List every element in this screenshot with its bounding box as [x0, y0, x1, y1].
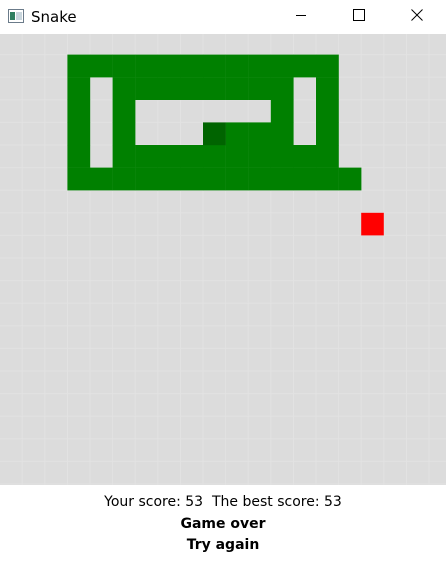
snake-segment	[67, 54, 91, 78]
snake-segment	[112, 145, 136, 168]
snake-segment	[67, 99, 91, 123]
snake-segment	[157, 54, 181, 78]
snake-segment	[293, 167, 317, 191]
snake-segment	[157, 167, 181, 191]
snake-segment	[248, 167, 271, 191]
snake-segment	[180, 145, 204, 168]
snake-segment	[135, 54, 158, 78]
snake-segment	[203, 77, 226, 100]
snake-segment	[316, 99, 339, 123]
snake-segment	[248, 122, 271, 146]
snake-segment	[270, 145, 294, 168]
snake-segment	[225, 122, 249, 146]
snake-segment	[316, 122, 339, 146]
maximize-icon	[353, 8, 365, 26]
snake-segment	[90, 54, 113, 78]
snake-segment	[338, 167, 362, 191]
snake-segment	[225, 77, 249, 100]
snake-segment	[316, 77, 339, 100]
snake-segment	[248, 77, 271, 100]
snake-segment	[293, 145, 317, 168]
close-icon	[411, 8, 423, 26]
snake-segment	[225, 145, 249, 168]
snake-segment	[316, 54, 339, 78]
current-score: Your score: 53	[104, 494, 204, 510]
snake-segment	[67, 167, 91, 191]
snake-segment	[135, 145, 158, 168]
snake-segment	[112, 99, 136, 123]
minimize-button[interactable]	[272, 0, 330, 34]
snake-segment	[203, 145, 226, 168]
close-button[interactable]	[388, 0, 446, 34]
snake-segment	[293, 54, 317, 78]
status-panel: Your score: 53 The best score: 53 Game o…	[0, 485, 446, 574]
snake-segment	[157, 145, 181, 168]
snake-segment	[316, 167, 339, 191]
best-score: The best score: 53	[212, 494, 342, 510]
snake-segment	[270, 99, 294, 123]
snake-segment	[135, 77, 158, 100]
snake-segment	[203, 167, 226, 191]
snake-segment	[67, 77, 91, 100]
game-over-text: Game over	[180, 516, 266, 532]
snake-segment	[112, 122, 136, 146]
minimize-icon	[295, 8, 307, 26]
window-title: Snake	[31, 8, 77, 26]
food	[361, 212, 384, 236]
snake-segment	[225, 167, 249, 191]
score-line: Your score: 53 The best score: 53	[0, 494, 446, 510]
maximize-button[interactable]	[330, 0, 388, 34]
snake-segment	[135, 167, 158, 191]
snake-segment	[270, 122, 294, 146]
snake-segment	[67, 145, 91, 168]
snake-segment	[67, 122, 91, 146]
snake-head	[203, 122, 226, 146]
snake-segment	[112, 54, 136, 78]
snake-segment	[225, 54, 249, 78]
game-board[interactable]	[0, 34, 446, 485]
snake-segment	[203, 54, 226, 78]
snake-segment	[112, 167, 136, 191]
snake-segment	[180, 54, 204, 78]
snake-segment	[270, 54, 294, 78]
snake-segment	[248, 54, 271, 78]
snake-segment	[112, 77, 136, 100]
snake-segment	[270, 77, 294, 100]
snake-app-icon	[8, 9, 24, 23]
snake-segment	[180, 77, 204, 100]
snake-segment	[157, 77, 181, 100]
snake-segment	[90, 167, 113, 191]
title-bar: Snake	[0, 0, 446, 34]
snake-segment	[316, 145, 339, 168]
snake-segment	[248, 145, 271, 168]
try-again-button[interactable]: Try again	[0, 537, 446, 553]
snake-segment	[270, 167, 294, 191]
snake-segment	[180, 167, 204, 191]
